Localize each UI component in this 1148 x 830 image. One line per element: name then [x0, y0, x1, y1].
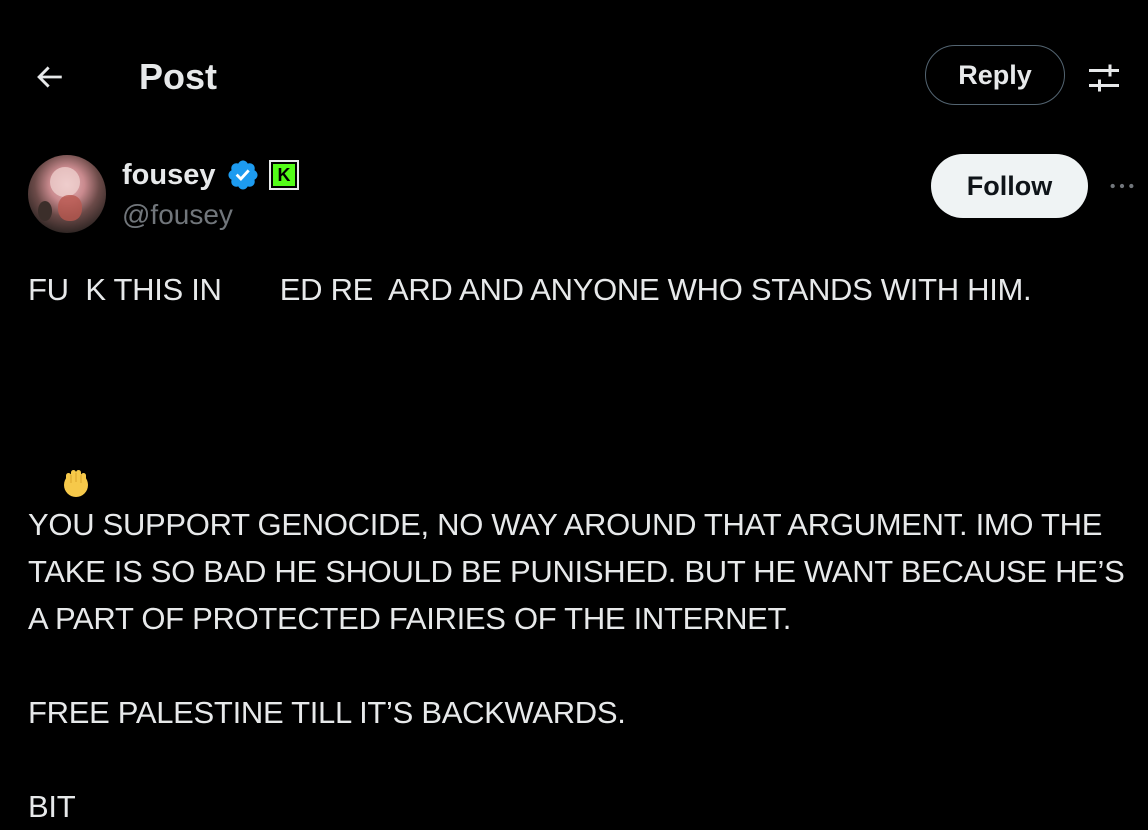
- follow-button[interactable]: Follow: [931, 154, 1088, 218]
- more-horizontal-icon: [1110, 183, 1134, 189]
- post-paragraph-3: FREE PALESTINE TILL IT’S BACKWARDS.: [28, 695, 626, 730]
- verified-badge-icon[interactable]: [226, 158, 260, 192]
- back-button[interactable]: [28, 56, 70, 98]
- arrow-left-icon: [37, 66, 62, 88]
- avatar[interactable]: [28, 155, 106, 233]
- post-header: Post Reply: [0, 0, 1148, 150]
- settings-button[interactable]: [1084, 58, 1124, 98]
- more-options-button[interactable]: [1104, 168, 1140, 204]
- post-paragraph-2: YOU SUPPORT GENOCIDE, NO WAY AROUND THAT…: [28, 507, 1132, 636]
- kick-logo-icon[interactable]: K: [269, 160, 299, 190]
- post-line-1: FU K THIS IN ED RE ARD AND ANYONE WHO ST…: [28, 272, 1032, 307]
- raised-fist-icon: [61, 371, 91, 497]
- page-title: Post: [139, 56, 218, 97]
- emoji-line: [28, 313, 1128, 497]
- post-paragraph-4: BIT: [28, 789, 76, 824]
- post-text: FU K THIS IN ED RE ARD AND ANYONE WHO ST…: [28, 266, 1128, 830]
- reply-button[interactable]: Reply: [925, 45, 1065, 105]
- author-display-name[interactable]: fousey: [122, 158, 215, 192]
- sliders-icon: [1089, 64, 1119, 92]
- author-handle[interactable]: @fousey: [122, 198, 233, 232]
